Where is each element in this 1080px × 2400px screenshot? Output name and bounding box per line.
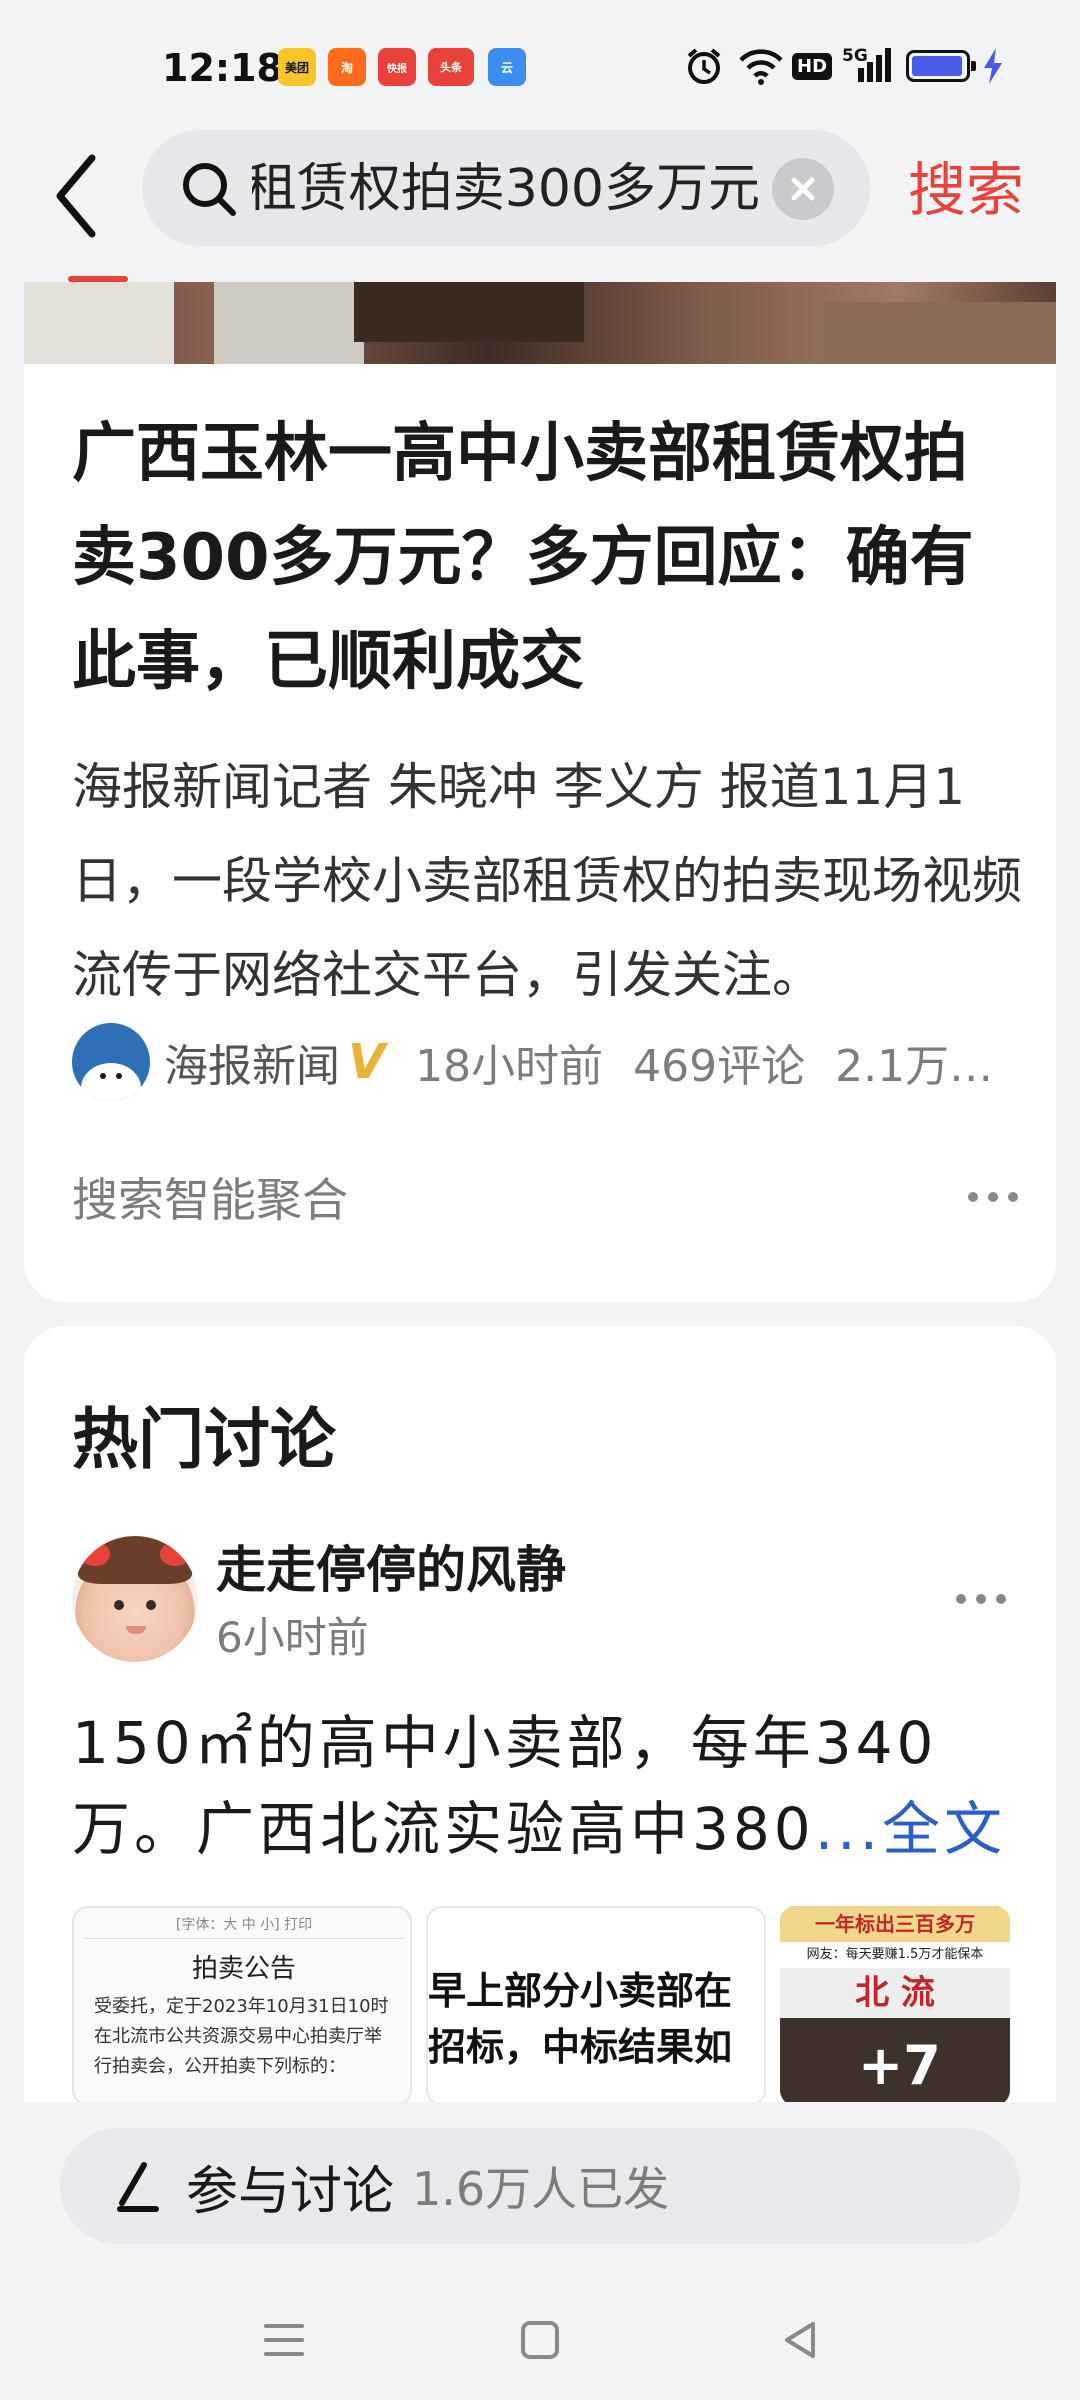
status-time: 12:18 xyxy=(162,46,283,90)
article-title[interactable]: 广西玉林一高中小卖部租赁权拍卖300多万元？多方回应：确有此事，已顺利成交 xyxy=(72,402,1022,714)
aggregate-row: 搜索智能聚合 xyxy=(72,1162,1032,1232)
post-username[interactable]: 走走停停的风静 xyxy=(216,1530,566,1602)
article-reads: 2.1万… xyxy=(835,1041,994,1092)
join-discussion-label: 参与讨论 xyxy=(186,2161,395,2222)
more-images-count: +7 xyxy=(858,2034,941,2097)
cloud-app-icon: 云 xyxy=(488,48,526,86)
search-button[interactable]: 搜索 xyxy=(908,150,1024,230)
back-arrow-icon xyxy=(56,154,96,238)
meituan-app-icon: 美团 xyxy=(278,48,316,86)
post-image-1[interactable]: [字体：大 中 小] 打印 拍卖公告 受委托，定于2023年10月31日10时在… xyxy=(72,1906,412,2106)
article-image xyxy=(24,282,1056,364)
join-discussion-button[interactable]: 参与讨论 1.6万人已发 xyxy=(60,2128,1020,2244)
search-icon xyxy=(183,163,236,216)
full-text-link[interactable]: 全文 xyxy=(882,1795,1006,1863)
home-icon xyxy=(521,2321,559,2359)
menu-icon xyxy=(264,2324,304,2356)
taobao-app-icon: 淘 xyxy=(328,48,366,86)
post-more-icon[interactable] xyxy=(956,1594,1006,1604)
triangle-back-icon xyxy=(785,2322,815,2358)
post-line-1: 150㎡的高中小卖部，每年340 xyxy=(72,1709,938,1777)
source-name[interactable]: 海报新闻 xyxy=(164,1030,340,1094)
active-tab-indicator xyxy=(68,276,128,282)
system-nav-bar xyxy=(0,2280,1080,2400)
article-time: 18小时前 xyxy=(415,1041,604,1092)
join-discussion-count: 1.6万人已发 xyxy=(412,2162,670,2216)
wifi-icon xyxy=(738,44,784,88)
close-icon xyxy=(791,177,815,201)
signal-icon: 5G xyxy=(842,44,894,88)
article-summary: 海报新闻记者 朱晓冲 李义方 报道11月1日，一段学校小卖部租赁权的拍卖现场视频… xyxy=(72,758,1022,1004)
post-time: 6小时前 xyxy=(216,1613,369,1662)
hot-discussion-title: 热门讨论 xyxy=(72,1401,336,1478)
article-meta-row: 海报新闻 V 18小时前 469评论 2.1万… xyxy=(72,1022,1032,1102)
source-avatar[interactable] xyxy=(72,1023,150,1101)
toutiao-app-icon: 头条 xyxy=(428,48,474,86)
search-header: 广西玉林一高中小卖部租赁权拍卖300多万元 搜索 xyxy=(0,130,1080,280)
charging-icon xyxy=(982,44,1004,88)
post-body[interactable]: 150㎡的高中小卖部，每年340 万。广西北流实验高中380...全文 xyxy=(72,1700,1032,1872)
menu-nav-button[interactable] xyxy=(244,2300,324,2380)
verified-icon: V xyxy=(348,1034,386,1090)
search-input[interactable]: 广西玉林一高中小卖部租赁权拍卖300多万元 xyxy=(252,154,760,224)
hd-icon: HD xyxy=(792,44,833,88)
post-line-2: 万。广西北流实验高中380...全文 xyxy=(72,1795,1007,1863)
battery-icon xyxy=(906,44,976,88)
user-avatar[interactable] xyxy=(72,1536,198,1662)
aggregate-label: 搜索智能聚合 xyxy=(72,1173,348,1227)
alarm-icon xyxy=(684,44,724,88)
pen-icon xyxy=(117,2162,159,2212)
post-image-2[interactable]: 早上部分小卖部在 招标，中标结果如 xyxy=(426,1906,766,2106)
back-button[interactable] xyxy=(40,140,120,250)
status-bar: 12:18 美团 淘 快报 头条 云 HD 5G xyxy=(0,0,1080,130)
home-nav-button[interactable] xyxy=(500,2300,580,2380)
post-images: [字体：大 中 小] 打印 拍卖公告 受委托，定于2023年10月31日10时在… xyxy=(72,1906,1032,2106)
article-comments: 469评论 xyxy=(633,1041,806,1092)
ellipsis: ... xyxy=(814,1795,883,1863)
news-app-icon: 快报 xyxy=(378,48,416,86)
search-box[interactable]: 广西玉林一高中小卖部租赁权拍卖300多万元 xyxy=(142,130,870,246)
back-nav-button[interactable] xyxy=(760,2300,840,2380)
more-options-icon[interactable] xyxy=(968,1192,1032,1202)
clear-search-button[interactable] xyxy=(772,158,834,220)
article-card[interactable]: 广西玉林一高中小卖部租赁权拍卖300多万元？多方回应：确有此事，已顺利成交 海报… xyxy=(24,282,1056,1302)
post-image-3[interactable]: 一年标出三百多万 网友：每天要赚1.5万才能保本 北 流 +7 xyxy=(780,1906,1010,2106)
